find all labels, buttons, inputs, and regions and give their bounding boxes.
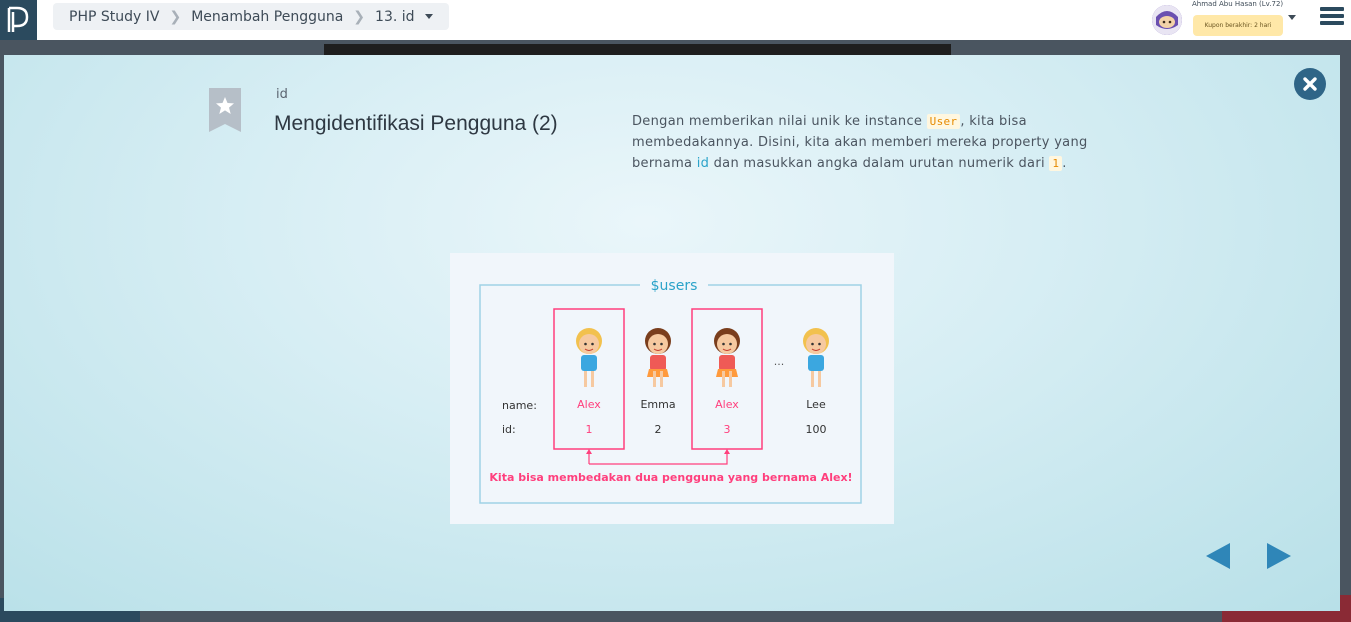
ninja-avatar-icon [1152,5,1182,35]
desc-text: . [1062,156,1067,171]
bookmark-icon[interactable] [209,88,241,132]
breadcrumb-lesson[interactable]: Menambah Pengguna [191,9,343,25]
logo-icon [7,6,29,32]
row-label-id: id: [502,423,516,436]
character-skirt [647,369,669,377]
chevron-right-icon: ❯ [169,8,182,25]
user-name-label: Alex [577,398,601,411]
logo[interactable] [0,0,37,40]
character-leg [722,371,725,387]
character-eye [653,342,656,346]
user-name-label: Alex [715,398,739,411]
character-body [650,355,666,371]
character-eye [722,342,725,346]
breadcrumb: PHP Study IV ❯ Menambah Pengguna ❯ 13. i… [53,3,449,30]
arrow-left-icon [1206,543,1230,569]
breadcrumb-slide[interactable]: 13. id [375,9,415,25]
user-name-label: Emma [640,398,675,411]
character-eye [818,342,821,346]
character-eye [591,342,594,346]
prev-slide-button[interactable] [1206,543,1230,573]
character-leg [660,371,663,387]
user-id-label: 100 [806,423,827,436]
slide-modal: id Mengidentifikasi Pengguna (2) Dengan … [4,55,1340,611]
top-bar: PHP Study IV ❯ Menambah Pengguna ❯ 13. i… [0,0,1351,40]
lesson-id: id [276,87,288,102]
connector-line [588,451,728,465]
chevron-right-icon: ❯ [353,8,366,25]
arrow-right-icon [1267,543,1291,569]
coupon-badge[interactable]: Kupon berakhir: 2 hari [1193,15,1283,36]
character-leg [584,371,587,387]
character-leg [653,371,656,387]
user-id-label: 2 [655,423,662,436]
user-id-label: 1 [586,423,593,436]
character-leg [591,371,594,387]
diagram-label: $users [651,278,698,294]
character-body [581,355,597,371]
character-eye [811,342,814,346]
users-diagram: $users name: id: Alex 1 Emma 2 Alex 3 Lee 100... Ki… [450,253,894,524]
hamburger-menu-icon[interactable] [1320,7,1344,29]
close-button[interactable] [1294,68,1326,100]
inline-code: 1 [1049,156,1063,171]
breadcrumb-course[interactable]: PHP Study IV [69,9,159,25]
close-icon [1303,77,1317,91]
user-name[interactable]: Ahmad Abu Hasan (Lv.72) [1192,0,1283,8]
character-leg [811,371,814,387]
desc-text: dan masukkan angka dalam urutan numerik … [709,156,1050,171]
character-leg [818,371,821,387]
next-slide-button[interactable] [1267,543,1291,573]
user-name-label: Lee [806,398,826,411]
character-eye [660,342,663,346]
character-body [808,355,824,371]
slide-title: Mengidentifikasi Pengguna (2) [274,112,558,135]
character-eye [584,342,587,346]
user-id-label: 3 [724,423,731,436]
highlight-text: id [696,156,710,171]
slide-description: Dengan memberikan nilai unik ke instance… [632,111,1092,174]
diagram-footer: Kita bisa membedakan dua pengguna yang b… [489,471,852,484]
chevron-down-icon[interactable] [1288,15,1296,20]
inline-code: User [926,114,961,129]
avatar[interactable] [1152,5,1182,35]
character-skirt [716,369,738,377]
desc-text: Dengan memberikan nilai unik ke instance [632,114,927,129]
ellipsis: ... [774,355,785,368]
users-diagram-svg: $users name: id: Alex 1 Emma 2 Alex 3 Lee 100... Ki… [479,278,862,504]
character-body [719,355,735,371]
chevron-down-icon[interactable] [424,14,433,19]
row-label-name: name: [502,399,537,412]
character-leg [729,371,732,387]
character-eye [729,342,732,346]
